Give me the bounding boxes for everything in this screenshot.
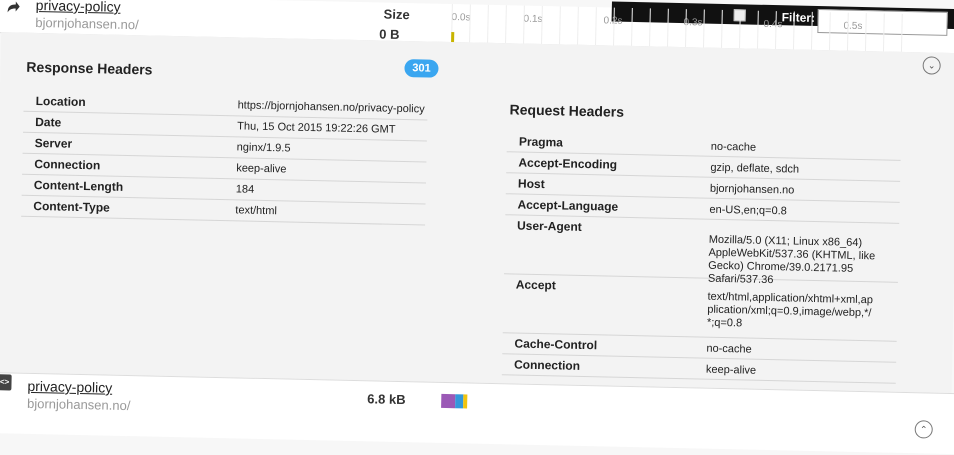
waterfall-grid-line xyxy=(882,13,885,52)
header-row: User-Agent Mozilla/5.0 (X11; Linux x86_6… xyxy=(504,215,900,286)
waterfall-grid-line xyxy=(577,6,579,45)
waterfall-grid-line xyxy=(864,13,867,52)
header-name: Pragma xyxy=(518,134,564,150)
waterfall-grid-line xyxy=(649,8,651,47)
header-name: Content-Length xyxy=(33,177,124,194)
header-name: Host xyxy=(517,176,545,192)
header-name: Date xyxy=(35,114,62,130)
header-name: Cache-Control xyxy=(514,336,598,353)
header-value: bjornjohansen.no xyxy=(709,182,795,197)
waterfall-grid-line xyxy=(505,5,507,44)
header-value: text/html,application/xhtml+xml,applicat… xyxy=(706,290,874,330)
waterfall-grid-line xyxy=(720,9,723,48)
response-headers-title: Response Headers xyxy=(26,58,153,78)
timeline-tick: 0.5s xyxy=(843,20,863,32)
waterfall-grid-line xyxy=(828,12,831,51)
request-details-panel: Response Headers Request Headers Locatio… xyxy=(0,32,954,394)
waterfall-grid-line xyxy=(792,11,795,50)
request-headers-title: Request Headers xyxy=(509,101,625,120)
header-name: Accept xyxy=(515,277,556,293)
redirect-arrow-icon xyxy=(7,1,20,13)
waterfall-grid-line xyxy=(469,4,471,43)
response-headers-table: Location https://bjornjohansen.no/privac… xyxy=(21,90,428,226)
header-value: en-US,en;q=0.8 xyxy=(709,203,787,218)
waterfall-grid-line xyxy=(541,5,543,45)
document-icon: <> xyxy=(0,374,12,391)
waterfall-grid-line xyxy=(631,7,633,46)
request-headers-table: Pragma no-cache Accept-Encoding gzip, de… xyxy=(501,131,902,384)
waterfall-grid-line xyxy=(738,10,741,49)
header-name: Connection xyxy=(34,156,101,173)
header-row: Accept text/html,application/xhtml+xml,a… xyxy=(502,274,898,342)
waterfall-bar-segment xyxy=(441,393,456,409)
header-name: Content-Type xyxy=(33,198,110,215)
header-name: Connection xyxy=(513,357,581,373)
header-name: Accept-Encoding xyxy=(518,155,618,172)
header-name: Location xyxy=(35,93,86,110)
waterfall-grid-line xyxy=(756,10,759,49)
network-panel: Filter: privacy-policy bjornjohansen.no/… xyxy=(0,0,954,455)
header-value: keep-alive xyxy=(236,162,287,176)
request-name-link[interactable]: privacy-policy xyxy=(27,378,112,396)
size-column-header[interactable]: Size xyxy=(383,7,409,23)
timeline-tick: 0.1s xyxy=(523,13,543,26)
timeline-tick: 0.0s xyxy=(451,12,471,24)
request-host: bjornjohansen.no/ xyxy=(35,14,139,33)
timeline-tick: 0.4s xyxy=(763,18,783,31)
waterfall-grid-line xyxy=(703,9,705,48)
header-value: Thu, 15 Oct 2015 19:22:26 GMT xyxy=(237,120,396,136)
header-value: 184 xyxy=(235,183,255,196)
waterfall-grid-line xyxy=(667,8,669,47)
waterfall-grid-line xyxy=(559,6,561,45)
request-size: 6.8 kB xyxy=(367,391,406,408)
header-value: text/html xyxy=(235,204,278,218)
waterfall-grid-line xyxy=(595,7,597,46)
header-value: keep-alive xyxy=(705,363,757,377)
request-name-link[interactable]: privacy-policy xyxy=(36,0,121,15)
status-badge: 301 xyxy=(404,59,439,78)
header-value: no-cache xyxy=(706,342,752,356)
waterfall-bar-segment xyxy=(463,394,468,409)
header-name: Server xyxy=(34,135,73,151)
request-host: bjornjohansen.no/ xyxy=(26,395,131,414)
waterfall-grid-line xyxy=(810,11,813,50)
header-value: no-cache xyxy=(710,140,757,154)
header-value: nginx/1.9.5 xyxy=(236,141,291,155)
waterfall-grid-line xyxy=(487,4,489,43)
header-name: Accept-Language xyxy=(517,197,619,214)
header-name: User-Agent xyxy=(516,218,582,234)
waterfall-grid-line xyxy=(900,13,903,52)
header-value: gzip, deflate, sdch xyxy=(710,161,800,176)
header-value: https://bjornjohansen.no/privacy-policy xyxy=(237,99,425,116)
